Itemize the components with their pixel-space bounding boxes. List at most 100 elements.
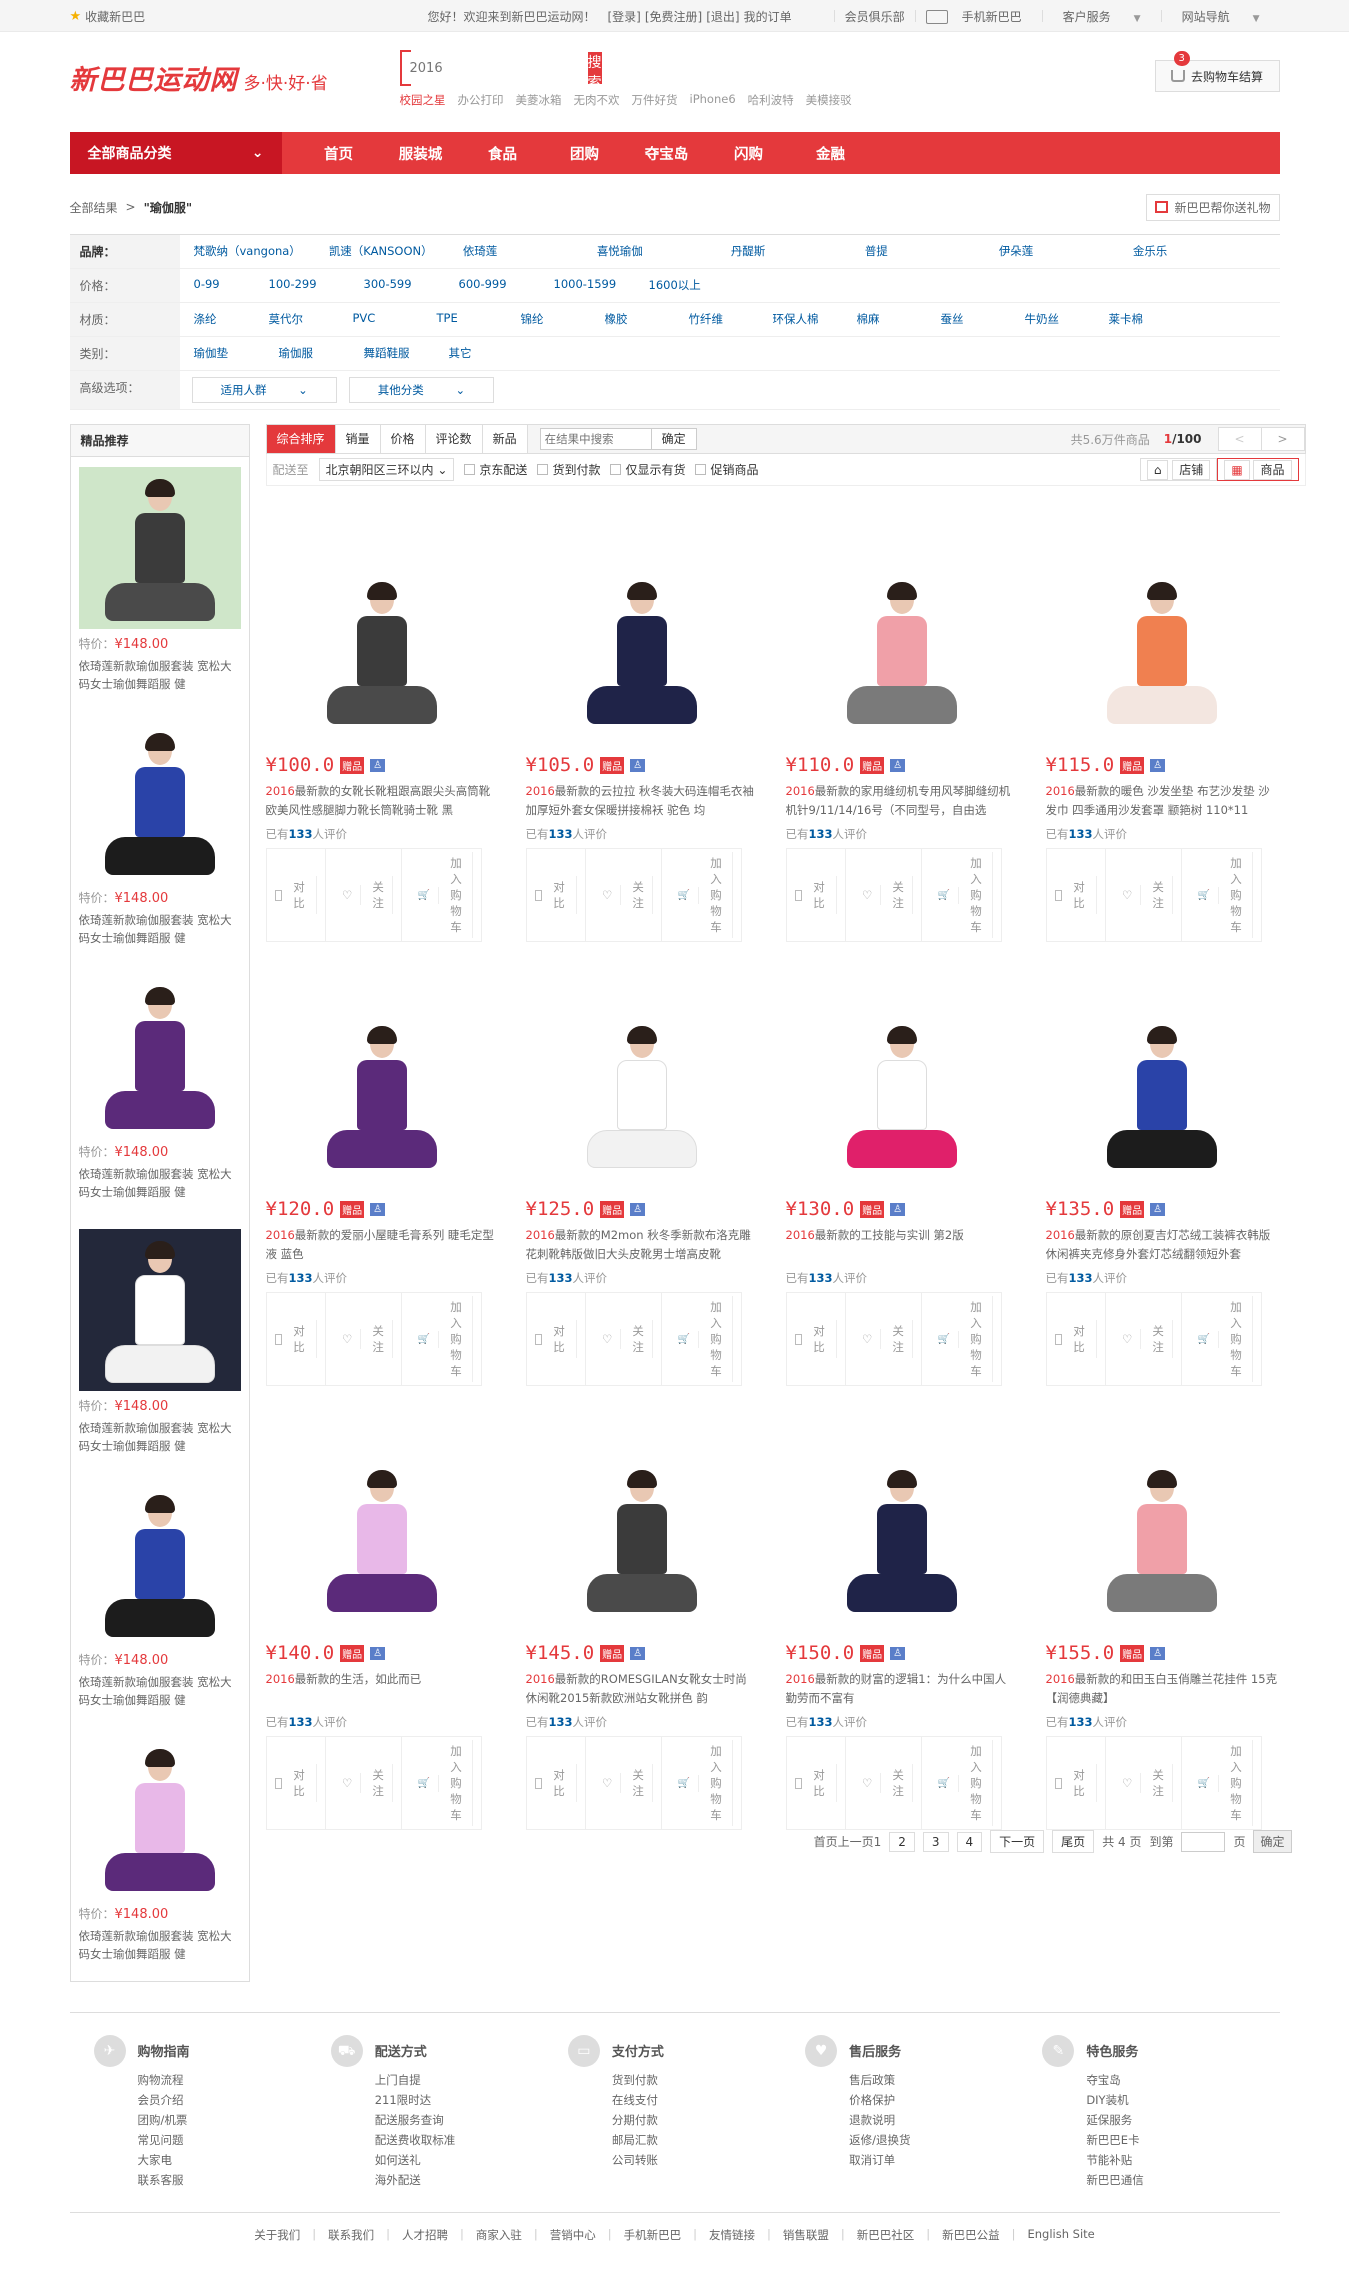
product-title[interactable]: 2016最新款的云拉拉 秋冬装大码连帽毛衣袖加厚短外套女保暖拼接棉袄 驼色 均 xyxy=(526,782,758,820)
sort-option[interactable]: 价格 xyxy=(380,425,426,453)
footer-bottom-link[interactable]: 友情链接 xyxy=(709,2227,755,2243)
sidebar-product[interactable]: 特价：¥148.00 依琦莲新款瑜伽服套装 宽松大码女士瑜伽舞蹈服 健 xyxy=(71,965,249,1219)
nav-item[interactable]: 团购 xyxy=(544,143,626,164)
sidebar-desc[interactable]: 依琦莲新款瑜伽服套装 宽松大码女士瑜伽舞蹈服 健 xyxy=(79,1927,241,1963)
footer-link[interactable]: 价格保护 xyxy=(849,2090,910,2110)
product-title[interactable]: 2016最新款的财富的逻辑1：为什么中国人勤劳而不富有 xyxy=(786,1670,1018,1708)
footer-link[interactable]: 会员介绍 xyxy=(138,2090,190,2110)
follow-button[interactable]: ♡ 关注 xyxy=(1106,1737,1182,1829)
footer-link[interactable]: 夺宝岛 xyxy=(1086,2070,1144,2090)
compare-button[interactable]: 对比 xyxy=(267,1737,326,1829)
follow-button[interactable]: ♡ 关注 xyxy=(846,849,922,941)
material-option[interactable]: 橡胶 xyxy=(591,307,675,332)
material-option[interactable]: 涤纶 xyxy=(180,307,255,332)
page-link[interactable]: 3 xyxy=(922,1831,949,1852)
product-image[interactable] xyxy=(271,1406,492,1620)
product-title[interactable]: 2016最新款的女靴长靴粗跟高跟尖头高筒靴欧美风性感腿脚力靴长筒靴骑士靴 黑 xyxy=(266,782,498,820)
brand-option[interactable]: 梵歌纳（vangona） xyxy=(180,239,315,264)
brand-option[interactable]: 凯速（KANSOON） xyxy=(315,239,449,264)
compare-button[interactable]: 对比 xyxy=(267,1293,326,1385)
footer-link[interactable]: 取消订单 xyxy=(849,2150,910,2170)
review-value[interactable]: 133 xyxy=(289,1271,313,1285)
product-image[interactable] xyxy=(791,1406,1012,1620)
review-value[interactable]: 133 xyxy=(1069,827,1093,841)
sort-option[interactable]: 新品 xyxy=(482,425,528,453)
prev-page-link[interactable]: 上一页 xyxy=(838,1833,874,1850)
material-option[interactable]: 莱卡棉 xyxy=(1095,307,1179,332)
footer-bottom-link[interactable]: 营销中心 xyxy=(550,2227,596,2243)
sidebar-product[interactable]: 特价：¥148.00 依琦莲新款瑜伽服套装 宽松大码女士瑜伽舞蹈服 健 xyxy=(71,1473,249,1727)
product-image[interactable] xyxy=(1051,962,1272,1176)
add-to-cart-button[interactable]: 🛒 加入购物车 xyxy=(1182,849,1261,941)
orders-link[interactable]: 我的订单 xyxy=(742,8,794,25)
page-link[interactable]: 2 xyxy=(889,1831,915,1852)
product-title[interactable]: 2016最新款的家用缝纫机专用风琴脚缝纫机机针9/11/14/16号（不同型号，… xyxy=(786,782,1018,820)
footer-link[interactable]: 退款说明 xyxy=(849,2110,910,2130)
material-option[interactable]: 牛奶丝 xyxy=(1011,307,1095,332)
nav-item[interactable]: 首页 xyxy=(298,143,380,164)
product-image[interactable] xyxy=(78,467,241,629)
hotword-link[interactable]: 哈利波特 xyxy=(748,92,794,108)
footer-bottom-link[interactable]: 商家入驻 xyxy=(476,2227,522,2243)
review-value[interactable]: 133 xyxy=(1069,1271,1093,1285)
gift-button[interactable]: 新巴巴帮你送礼物 xyxy=(1146,193,1280,221)
add-to-cart-button[interactable]: 🛒 加入购物车 xyxy=(1182,1293,1261,1385)
product-image[interactable] xyxy=(531,1406,752,1620)
footer-link[interactable]: 大家电 xyxy=(138,2150,190,2170)
follow-button[interactable]: ♡ 关注 xyxy=(846,1737,922,1829)
add-to-cart-button[interactable]: 🛒 加入购物车 xyxy=(662,849,741,941)
nav-item[interactable]: 金融 xyxy=(790,143,872,164)
footer-link[interactable]: 售后政策 xyxy=(849,2070,910,2090)
region-select[interactable]: 北京朝阳区三环以内 ⌄ xyxy=(318,458,455,481)
add-to-cart-button[interactable]: 🛒 加入购物车 xyxy=(402,1737,481,1829)
review-value[interactable]: 133 xyxy=(549,1271,573,1285)
follow-button[interactable]: ♡ 关注 xyxy=(1106,849,1182,941)
logo[interactable]: 新巴巴运动网 多·快·好·省 xyxy=(70,58,328,97)
hotword-link[interactable]: 美模接驳 xyxy=(806,92,852,108)
register-link[interactable]: [免费注册] xyxy=(643,8,704,25)
sidebar-product[interactable]: 特价：¥148.00 依琦莲新款瑜伽服套装 宽松大码女士瑜伽舞蹈服 健 xyxy=(71,1219,249,1473)
footer-bottom-link[interactable]: 销售联盟 xyxy=(783,2227,829,2243)
sidebar-desc[interactable]: 依琦莲新款瑜伽服套装 宽松大码女士瑜伽舞蹈服 健 xyxy=(79,657,241,693)
footer-link[interactable]: 上门自提 xyxy=(375,2070,456,2090)
review-value[interactable]: 133 xyxy=(289,1715,313,1729)
footer-link[interactable]: 延保服务 xyxy=(1086,2110,1144,2130)
product-image[interactable] xyxy=(78,721,241,883)
mobile-link[interactable]: 手机新巴巴 xyxy=(916,8,1042,25)
follow-button[interactable]: ♡ 关注 xyxy=(846,1293,922,1385)
brand-option[interactable]: 喜悦瑜伽 xyxy=(583,239,717,264)
material-option[interactable]: 棉麻 xyxy=(843,307,927,332)
compare-button[interactable]: 对比 xyxy=(1047,849,1106,941)
filter-checkbox[interactable]: 仅显示有货 xyxy=(610,461,685,478)
nav-item[interactable]: 服装城 xyxy=(380,143,462,164)
category-option[interactable]: 舞蹈鞋服 xyxy=(350,341,435,366)
sitenav-menu[interactable]: 网站导航 ▼ xyxy=(1162,8,1280,25)
compare-button[interactable]: 对比 xyxy=(527,849,586,941)
result-search-input[interactable] xyxy=(539,428,652,450)
product-title[interactable]: 2016最新款的生活，如此而已 xyxy=(266,1670,498,1708)
next-page-button[interactable]: > xyxy=(1260,427,1305,451)
review-value[interactable]: 133 xyxy=(549,1715,573,1729)
all-categories-button[interactable]: 全部商品分类 ⌄ xyxy=(69,132,282,174)
service-menu[interactable]: 客户服务 ▼ xyxy=(1043,8,1161,25)
add-to-cart-button[interactable]: 🛒 加入购物车 xyxy=(1182,1737,1261,1829)
price-option[interactable]: 1600以上 xyxy=(635,273,730,298)
review-value[interactable]: 133 xyxy=(289,827,313,841)
compare-button[interactable]: 对比 xyxy=(267,849,326,941)
price-option[interactable]: 1000-1599 xyxy=(540,273,635,298)
sidebar-product[interactable]: 特价：¥148.00 依琦莲新款瑜伽服套装 宽松大码女士瑜伽舞蹈服 健 xyxy=(71,711,249,965)
sidebar-desc[interactable]: 依琦莲新款瑜伽服套装 宽松大码女士瑜伽舞蹈服 健 xyxy=(79,1165,241,1201)
page-link[interactable]: 4 xyxy=(956,1831,983,1852)
nav-item[interactable]: 闪购 xyxy=(708,143,790,164)
search-input[interactable] xyxy=(401,52,588,84)
filter-checkbox[interactable]: 货到付款 xyxy=(537,461,600,478)
follow-button[interactable]: ♡ 关注 xyxy=(586,849,662,941)
product-image[interactable] xyxy=(531,518,752,732)
breadcrumb-root[interactable]: 全部结果 xyxy=(70,199,118,216)
footer-bottom-link[interactable]: 新巴巴社区 xyxy=(857,2227,915,2243)
logout-link[interactable]: [退出] xyxy=(704,8,741,25)
footer-bottom-link[interactable]: 联系我们 xyxy=(328,2227,374,2243)
goto-confirm-button[interactable]: 确定 xyxy=(1253,1830,1292,1853)
product-image[interactable] xyxy=(78,1483,241,1645)
brand-option[interactable]: 丹醍斯 xyxy=(717,239,851,264)
